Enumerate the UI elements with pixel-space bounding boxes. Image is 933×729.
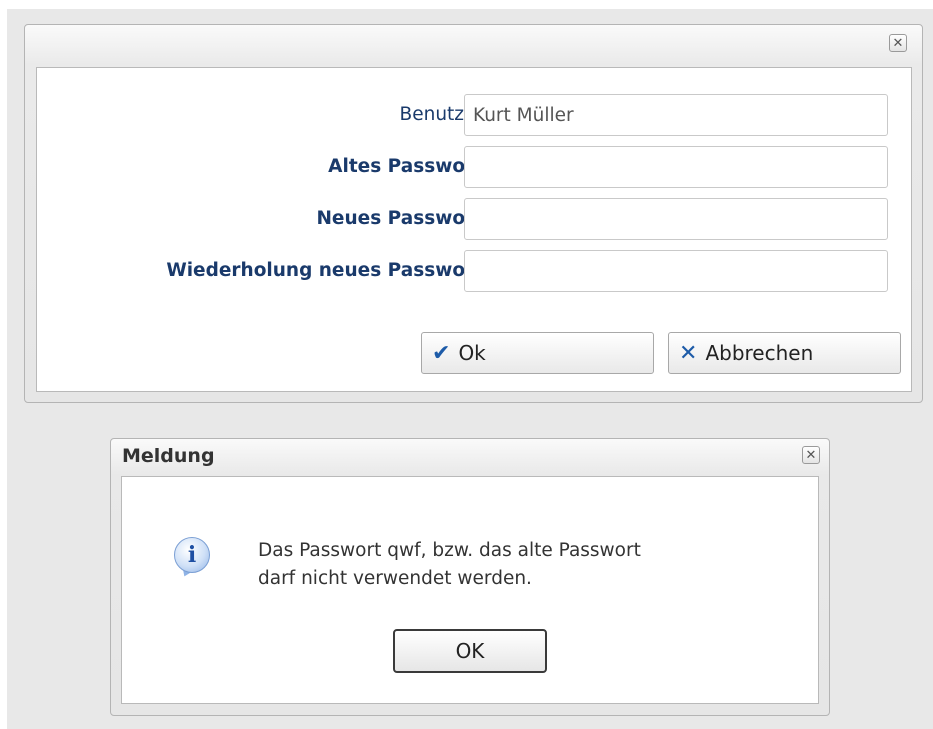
message-ok-label: OK — [455, 639, 485, 663]
user-row: Benutzer — [37, 94, 911, 136]
cancel-button[interactable]: ✕ Abbrechen — [668, 332, 901, 374]
message-body: i Das Passwort qwf, bzw. das alte Passwo… — [121, 476, 819, 704]
close-icon: ✕ — [805, 447, 817, 463]
info-icon: i — [174, 537, 210, 573]
info-icon-glyph: i — [187, 542, 197, 568]
old-password-label: Altes Passwort — [328, 156, 483, 177]
change-password-form: Benutzer Altes Passwort Neues Passwort W… — [36, 67, 912, 392]
check-icon: ✔ — [432, 340, 451, 366]
ok-button[interactable]: ✔ Ok — [421, 332, 654, 374]
new-password-field[interactable] — [464, 198, 888, 240]
message-ok-button[interactable]: OK — [393, 629, 547, 673]
message-dialog-title: Meldung — [122, 445, 215, 467]
message-text: Das Passwort qwf, bzw. das alte Passwort… — [258, 537, 778, 593]
user-field[interactable] — [464, 94, 888, 136]
repeat-password-label: Wiederholung neues Passwort — [166, 260, 483, 281]
message-close-button[interactable]: ✕ — [802, 446, 820, 464]
message-dialog: Meldung ✕ i Das Passwort qwf, bzw. das a… — [110, 438, 830, 716]
message-line-1: Das Passwort qwf, bzw. das alte Passwort — [258, 540, 641, 561]
new-password-row: Neues Passwort — [37, 198, 911, 240]
old-password-field[interactable] — [464, 146, 888, 188]
repeat-password-row: Wiederholung neues Passwort — [37, 250, 911, 292]
close-icon: ✕ — [892, 35, 904, 51]
message-line-2: darf nicht verwendet werden. — [258, 568, 532, 589]
ok-button-label: Ok — [458, 341, 486, 365]
cancel-button-label: Abbrechen — [705, 341, 814, 365]
dialog-close-button[interactable]: ✕ — [889, 34, 907, 52]
new-password-label: Neues Passwort — [316, 208, 483, 229]
close-icon: ✕ — [679, 340, 698, 366]
change-password-dialog: ✕ Benutzer Altes Passwort Neues Passwort… — [24, 24, 923, 403]
repeat-password-field[interactable] — [464, 250, 888, 292]
old-password-row: Altes Passwort — [37, 146, 911, 188]
